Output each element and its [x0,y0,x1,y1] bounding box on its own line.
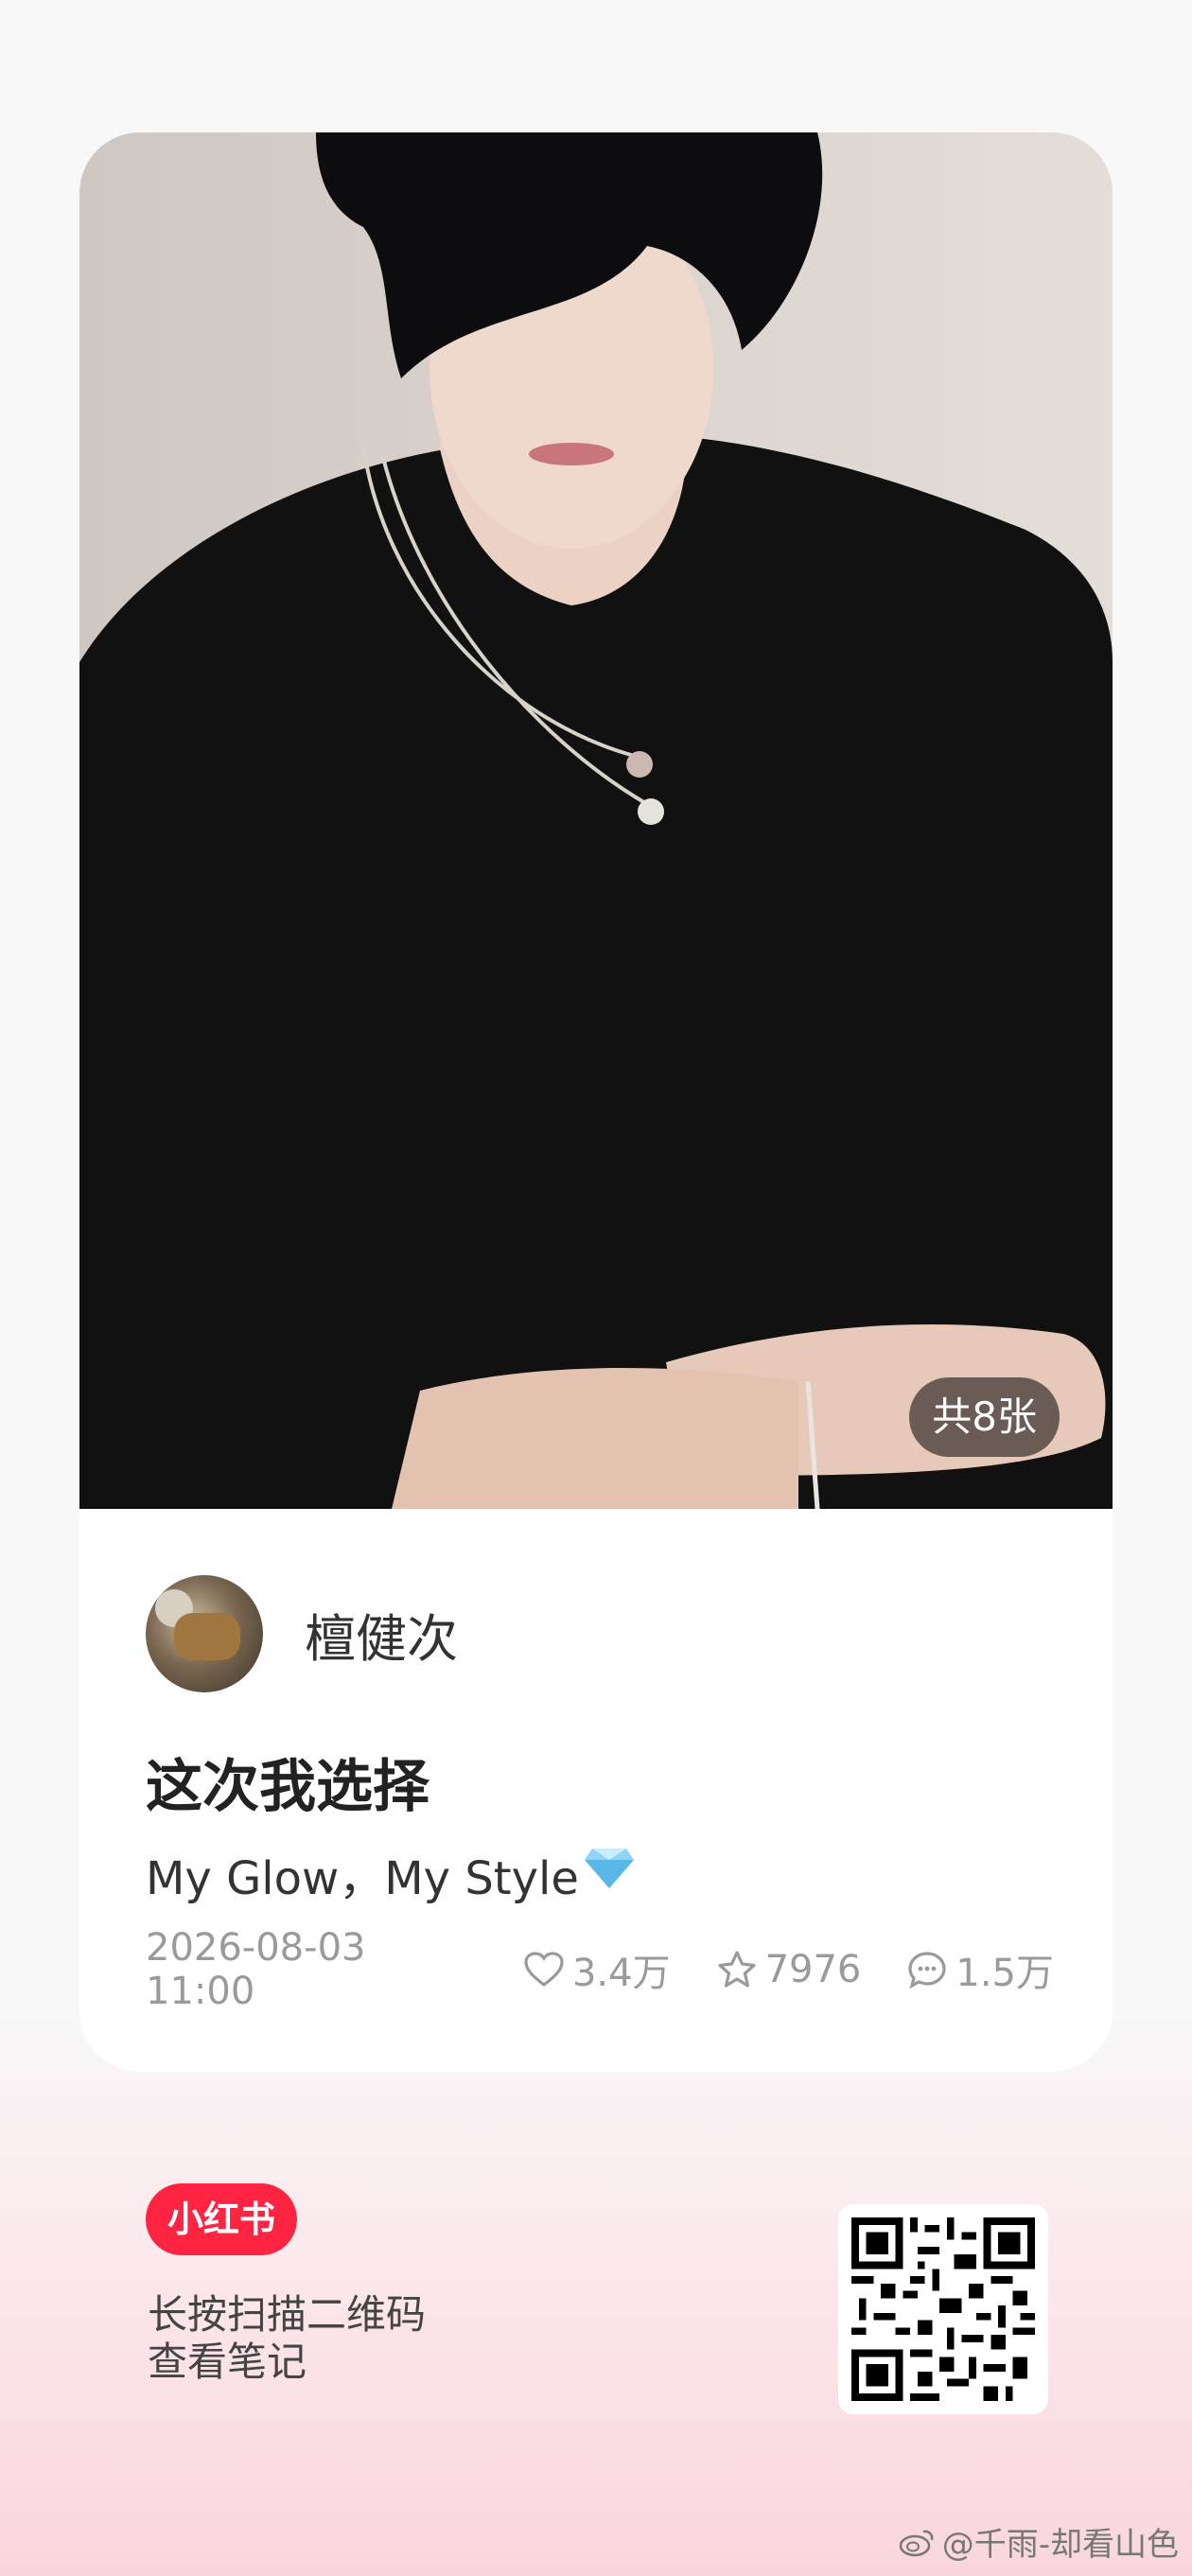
comment-count: 1.5万 [955,1952,1054,1995]
share-footer: 小红书 长按扫描二维码 查看笔记 @千雨-却看山色 [0,2138,1192,2576]
star-icon [717,1951,756,1988]
note-description-text: My Glow，My Style [146,1852,579,1905]
watermark-text: @千雨-却看山色 [941,2526,1179,2564]
scan-hint-line1: 长按扫描二维码 [148,2291,427,2338]
cover-photo-illustration [79,132,1113,1509]
author-avatar[interactable] [146,1575,263,1692]
cover-photo[interactable]: 共8张 [79,132,1113,1509]
gem-icon [583,1845,636,1903]
qr-code-graphic [851,2217,1035,2401]
heart-icon [524,1952,564,1988]
like-count: 3.4万 [571,1952,671,1995]
note-description: My Glow，My Style [146,1841,636,1907]
weibo-icon [899,2530,934,2556]
scan-hint-line2: 查看笔记 [148,2339,307,2385]
like-stat[interactable]: 3.4万 [523,1942,671,1997]
author-name[interactable]: 檀健次 [305,1597,458,1672]
author-row[interactable]: 檀健次 [146,1575,458,1692]
publish-date: 2026-08-03 11:00 [146,1926,366,2013]
image-count-badge: 共8张 [909,1377,1060,1457]
qr-code[interactable] [838,2204,1048,2414]
comment-stat[interactable]: 1.5万 [906,1942,1054,1997]
xiaohongshu-logo: 小红书 [146,2183,297,2255]
collect-count: 7976 [764,1948,862,1991]
scan-hint: 长按扫描二维码 查看笔记 [148,2291,426,2386]
comment-icon [908,1952,946,1989]
watermark: @千雨-却看山色 [899,2518,1179,2565]
note-meta-row: 2026-08-03 11:00 3.4万 7976 1.5万 [146,1926,1054,2013]
note-title: 这次我选择 [146,1754,429,1820]
note-card[interactable]: 共8张 檀健次 这次我选择 My Glow，My Style 2026-08-0… [79,132,1113,2072]
collect-stat[interactable]: 7976 [716,1948,862,1991]
